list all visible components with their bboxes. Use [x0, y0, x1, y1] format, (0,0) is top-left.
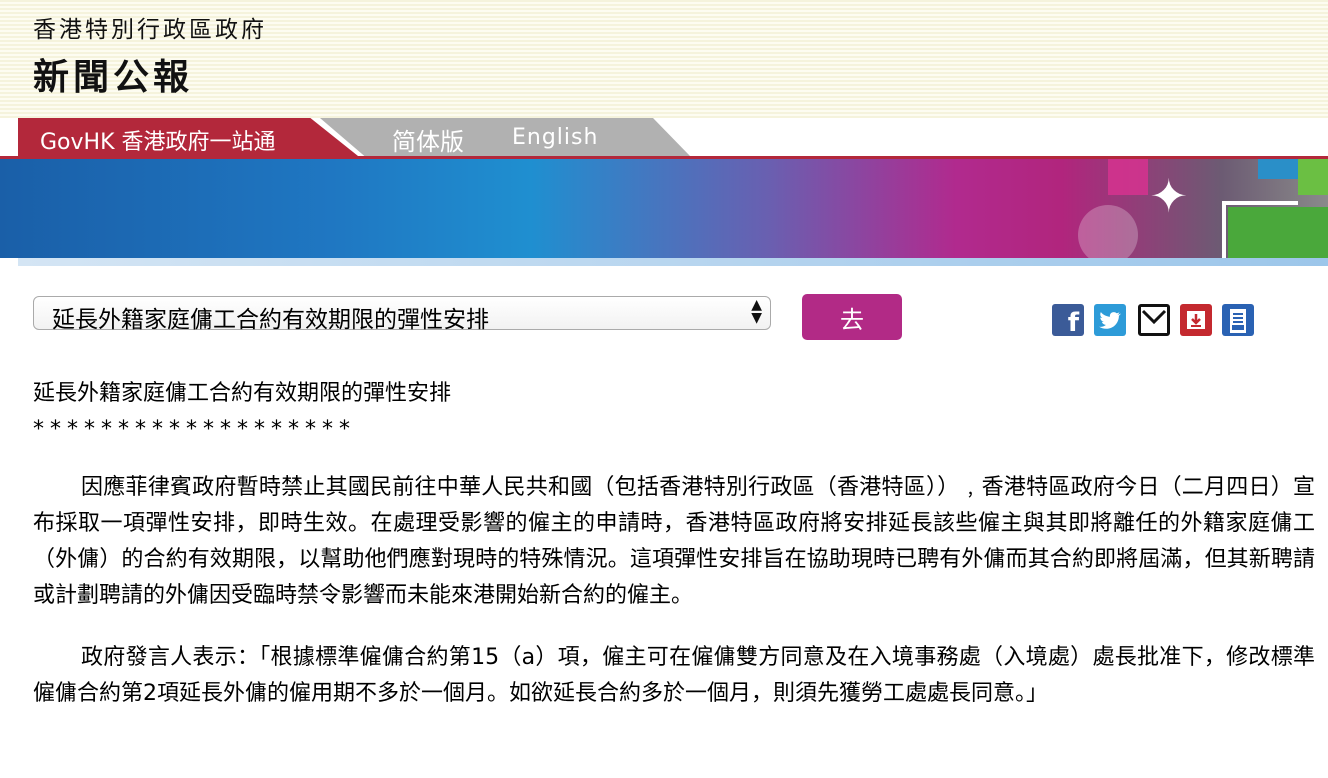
- facebook-icon[interactable]: f: [1052, 304, 1084, 338]
- language-tabs: 简体版 English: [320, 118, 690, 156]
- sparkle-icon: ✦: [1149, 169, 1188, 223]
- simplified-chinese-link[interactable]: 简体版: [392, 122, 464, 156]
- pdf-icon[interactable]: [1180, 304, 1212, 336]
- select-arrows-icon: ▲ ▼: [751, 297, 762, 326]
- english-link[interactable]: English: [512, 125, 598, 150]
- twitter-icon[interactable]: [1094, 304, 1126, 336]
- select-value: 延長外籍家庭傭工合約有效期限的彈性安排: [52, 307, 489, 333]
- article-title: 延長外籍家庭傭工合約有效期限的彈性安排: [33, 381, 452, 406]
- government-name: 香港特別行政區政府: [33, 17, 267, 43]
- article-paragraph: 政府發言人表示：「根據標準僱傭合約第15（a）項，僱主可在僱傭雙方同意及在入境事…: [33, 645, 1315, 706]
- press-release-title: 新聞公報: [33, 57, 194, 98]
- header: 香港特別行政區政府 新聞公報: [0, 0, 1328, 118]
- title-underline-stars: *******************: [33, 417, 356, 442]
- go-button[interactable]: 去: [802, 294, 902, 340]
- print-icon[interactable]: [1222, 304, 1254, 336]
- banner-image: ✦: [0, 156, 1328, 258]
- article-paragraph: 因應菲律賓政府暫時禁止其國民前往中華人民共和國（包括香港特別行政區（香港特區））…: [33, 475, 1315, 608]
- govhk-label: GovHK 香港政府一站通: [40, 130, 276, 155]
- govhk-tab[interactable]: GovHK 香港政府一站通: [18, 118, 358, 156]
- email-icon[interactable]: [1138, 304, 1170, 336]
- tab-bar: 简体版 English GovHK 香港政府一站通: [0, 118, 1328, 156]
- banner-underline: [18, 258, 1328, 266]
- press-release-select[interactable]: 延長外籍家庭傭工合約有效期限的彈性安排 ▲ ▼: [33, 296, 771, 333]
- article: 延長外籍家庭傭工合約有效期限的彈性安排 ******************* …: [33, 376, 1315, 712]
